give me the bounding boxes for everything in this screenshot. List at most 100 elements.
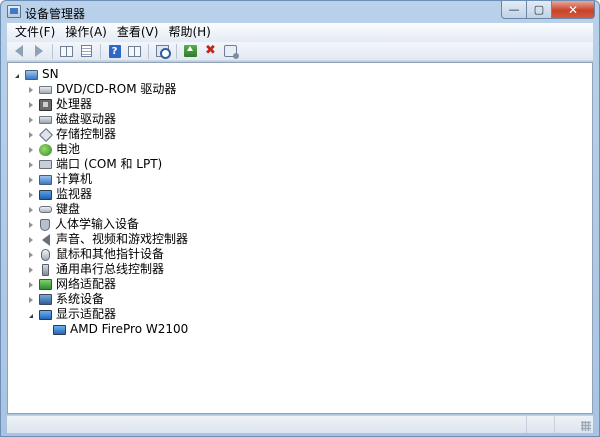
expander[interactable]: [26, 115, 36, 125]
tree-item-label: 存储控制器: [56, 127, 117, 141]
scan-hardware-button[interactable]: [153, 43, 172, 60]
hid-icon: [40, 218, 50, 231]
expander[interactable]: [26, 265, 36, 275]
tree-item-sound[interactable]: 声音、视频和游戏控制器: [26, 232, 188, 247]
tree-root-label: SN: [42, 67, 59, 81]
update-driver-icon: [184, 45, 197, 57]
minimize-button[interactable]: —: [501, 1, 527, 19]
tree-item-keyboard[interactable]: 键盘: [26, 202, 80, 217]
view-icon: [81, 45, 92, 57]
tree-item-monitor[interactable]: 监视器: [26, 187, 92, 202]
expand-icon: [29, 236, 33, 243]
view-button[interactable]: [77, 43, 96, 60]
display-adapter-icon: [39, 309, 52, 320]
usb-icon: [42, 263, 49, 276]
expander[interactable]: [26, 205, 36, 215]
expand-icon: [29, 206, 33, 213]
storage-controller-icon: [38, 127, 54, 142]
menu-view[interactable]: 查看(V): [112, 23, 164, 42]
menu-help[interactable]: 帮助(H): [163, 23, 215, 42]
processor-icon: [39, 98, 52, 111]
expander[interactable]: [26, 175, 36, 185]
caption-buttons: — ▢ ✕: [501, 1, 595, 19]
expand-icon: [29, 146, 33, 153]
status-pane-main: [7, 416, 527, 433]
tree-item-label: 鼠标和其他指针设备: [56, 247, 165, 261]
expander[interactable]: [26, 130, 36, 140]
properties-button[interactable]: [57, 43, 76, 60]
disable-button[interactable]: [221, 43, 240, 60]
network-adapter-icon: [39, 279, 52, 290]
update-driver-button[interactable]: [181, 43, 200, 60]
tree-item-mouse[interactable]: 鼠标和其他指针设备: [26, 247, 164, 262]
expander[interactable]: [26, 100, 36, 110]
expand-icon: [29, 131, 33, 138]
menu-action[interactable]: 操作(A): [60, 23, 112, 42]
expander[interactable]: [26, 145, 36, 155]
collapse-icon: [29, 313, 33, 318]
tree-item-label: 处理器: [56, 97, 93, 111]
tree-item-disk[interactable]: 磁盘驱动器: [26, 112, 116, 127]
tree-item-processor[interactable]: 处理器: [26, 97, 92, 112]
expander[interactable]: [26, 280, 36, 290]
expander[interactable]: [26, 190, 36, 200]
expander[interactable]: [26, 295, 36, 305]
tree-item-label: 端口 (COM 和 LPT): [56, 157, 163, 171]
back-button[interactable]: [9, 43, 28, 60]
tree-item-hid[interactable]: 人体学输入设备: [26, 217, 139, 232]
device-manager-window: 设备管理器 — ▢ ✕ 文件(F) 操作(A) 查看(V) 帮助(H) ? ✖ …: [0, 0, 600, 437]
tree-item-port[interactable]: 端口 (COM 和 LPT): [26, 157, 162, 172]
window-title: 设备管理器: [25, 7, 86, 21]
tree-item-storage[interactable]: 存储控制器: [26, 127, 116, 142]
gpu-icon: [53, 324, 66, 335]
expander[interactable]: [26, 250, 36, 260]
device-tree[interactable]: SN DVD/CD-ROM 驱动器 处理器 磁盘驱动器 存储控制器 电池 端口 …: [7, 62, 593, 414]
tree-item-computer[interactable]: 计算机: [26, 172, 92, 187]
expander[interactable]: [26, 310, 36, 320]
expand-icon: [29, 266, 33, 273]
expander[interactable]: [26, 160, 36, 170]
maximize-button[interactable]: ▢: [527, 1, 552, 19]
expander[interactable]: [26, 85, 36, 95]
expand-icon: [29, 251, 33, 258]
toolbar-separator: [100, 43, 101, 59]
expander[interactable]: [12, 70, 22, 80]
menu-file[interactable]: 文件(F): [10, 23, 60, 42]
keyboard-icon: [39, 206, 52, 213]
tree-root[interactable]: SN: [12, 67, 59, 82]
toolbar-separator: [176, 43, 177, 59]
tree-item-gpu[interactable]: AMD FirePro W2100: [40, 322, 188, 337]
toolbar-separator: [148, 43, 149, 59]
tree-item-battery[interactable]: 电池: [26, 142, 80, 157]
forward-icon: [34, 45, 43, 57]
disable-icon: [224, 45, 239, 59]
expand-icon: [29, 101, 33, 108]
resize-grip-icon[interactable]: [581, 421, 591, 431]
grid-view-button[interactable]: [125, 43, 144, 60]
tree-item-label: 通用串行总线控制器: [56, 262, 165, 276]
help-button[interactable]: ?: [105, 43, 124, 60]
tree-item-display[interactable]: 显示适配器: [26, 307, 116, 322]
tree-item-dvd[interactable]: DVD/CD-ROM 驱动器: [26, 82, 176, 97]
expand-icon: [29, 86, 33, 93]
expand-icon: [29, 296, 33, 303]
sound-icon: [39, 233, 52, 246]
tree-item-usb[interactable]: 通用串行总线控制器: [26, 262, 164, 277]
uninstall-button[interactable]: ✖: [201, 43, 220, 60]
scan-hardware-icon: [156, 45, 171, 59]
close-button[interactable]: ✕: [552, 1, 595, 19]
mouse-icon: [41, 248, 50, 261]
minimize-icon: —: [508, 3, 520, 16]
title-bar[interactable]: 设备管理器 — ▢ ✕: [1, 1, 599, 23]
tree-item-label: 监视器: [56, 187, 93, 201]
tree-item-label: 计算机: [56, 172, 93, 186]
computer-root-icon: [25, 69, 38, 80]
tree-item-network[interactable]: 网络适配器: [26, 277, 116, 292]
tree-item-system[interactable]: 系统设备: [26, 292, 104, 307]
forward-button[interactable]: [29, 43, 48, 60]
status-bar: [7, 415, 593, 433]
expander[interactable]: [26, 235, 36, 245]
expand-icon: [29, 221, 33, 228]
collapse-icon: [15, 73, 19, 78]
expander[interactable]: [26, 220, 36, 230]
